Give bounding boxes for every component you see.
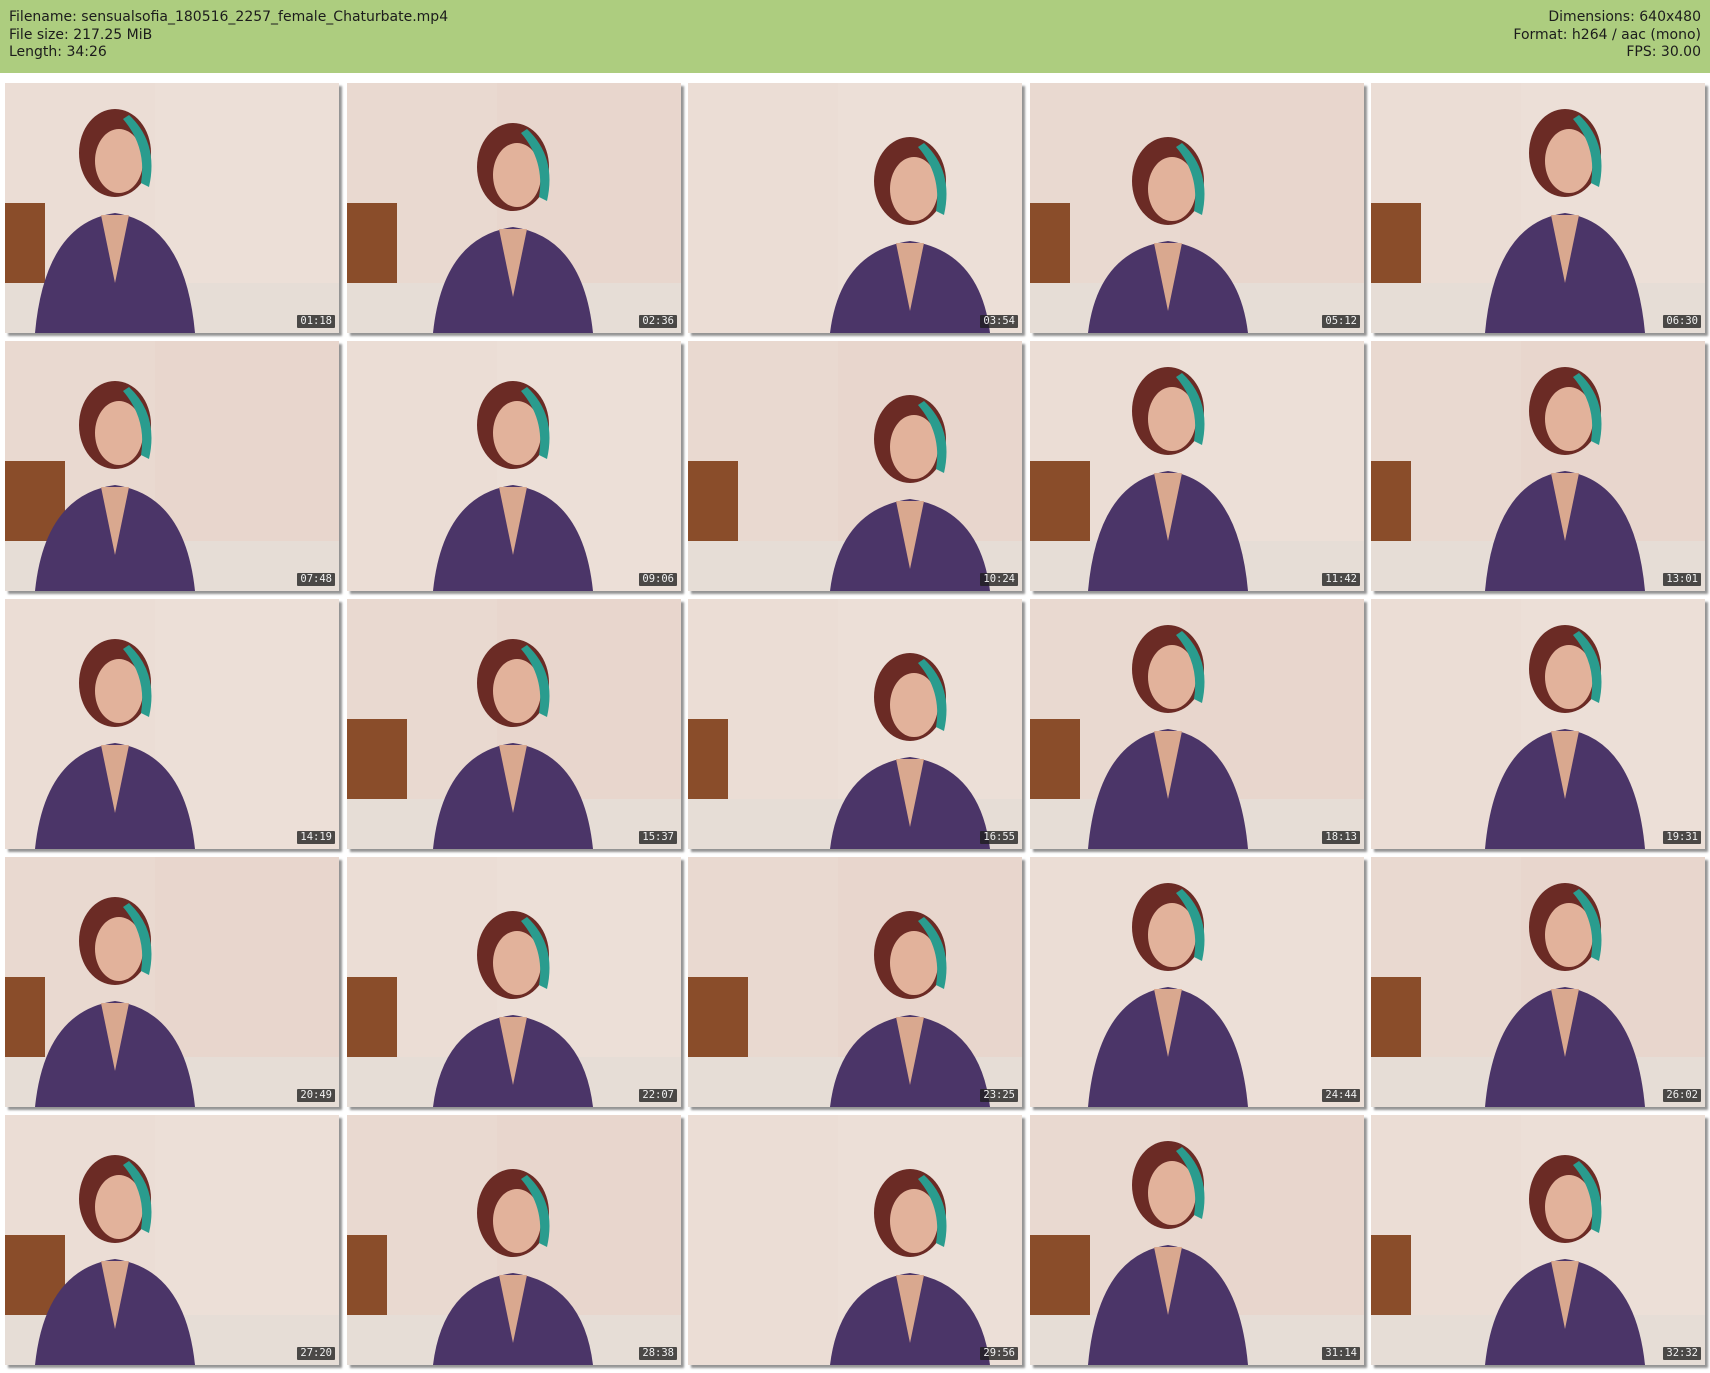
thumbnail-timestamp: 16:55 [980, 831, 1018, 844]
thumbnail-frame-image [688, 857, 1022, 1107]
fps-text: FPS: 30.00 [1626, 44, 1701, 60]
thumbnail-frame-image [688, 1115, 1022, 1365]
thumbnail-frame-image [347, 599, 681, 849]
video-thumbnail[interactable]: 26:02 [1371, 857, 1705, 1107]
thumbnail-timestamp: 28:38 [639, 1347, 677, 1360]
video-thumbnail[interactable]: 23:25 [688, 857, 1022, 1107]
thumbnail-timestamp: 26:02 [1663, 1089, 1701, 1102]
thumbnail-timestamp: 19:31 [1663, 831, 1701, 844]
thumbnail-timestamp: 09:06 [639, 573, 677, 586]
thumbnail-timestamp: 31:14 [1322, 1347, 1360, 1360]
thumbnail-timestamp: 22:07 [639, 1089, 677, 1102]
thumbnail-timestamp: 27:20 [297, 1347, 335, 1360]
file-size-text: File size: 217.25 MiB [9, 26, 153, 43]
video-thumbnail[interactable]: 29:56 [688, 1115, 1022, 1365]
thumbnail-grid: 01:18 02:36 03:54 05:12 06:30 07:48 09:06 10:24… [0, 73, 1710, 1373]
video-thumbnail[interactable]: 03:54 [688, 83, 1022, 333]
video-thumbnail[interactable]: 06:30 [1371, 83, 1705, 333]
video-thumbnail[interactable]: 31:14 [1030, 1115, 1364, 1365]
thumbnail-frame-image [1371, 341, 1705, 591]
video-thumbnail[interactable]: 16:55 [688, 599, 1022, 849]
thumbnail-frame-image [1371, 599, 1705, 849]
dimensions-text: Dimensions: 640x480 [1548, 9, 1701, 25]
thumbnail-timestamp: 07:48 [297, 573, 335, 586]
thumbnail-timestamp: 11:42 [1322, 573, 1360, 586]
filename-text: Filename: sensualsofia_180516_2257_femal… [9, 9, 449, 25]
thumbnail-frame-image [5, 83, 339, 333]
thumbnail-timestamp: 02:36 [639, 315, 677, 328]
thumbnail-timestamp: 03:54 [980, 315, 1018, 328]
thumbnail-frame-image [1030, 1115, 1364, 1365]
thumbnail-frame-image [5, 599, 339, 849]
video-thumbnail[interactable]: 10:24 [688, 341, 1022, 591]
video-thumbnail[interactable]: 13:01 [1371, 341, 1705, 591]
thumbnail-frame-image [5, 857, 339, 1107]
video-thumbnail[interactable]: 19:31 [1371, 599, 1705, 849]
video-thumbnail[interactable]: 02:36 [347, 83, 681, 333]
thumbnail-timestamp: 15:37 [639, 831, 677, 844]
thumbnail-frame-image [688, 83, 1022, 333]
video-thumbnail[interactable]: 24:44 [1030, 857, 1364, 1107]
video-thumbnail[interactable]: 32:32 [1371, 1115, 1705, 1365]
header-right-info: Dimensions: 640x480 Format: h264 / aac (… [1513, 9, 1701, 62]
info-header: Filename: sensualsofia_180516_2257_femal… [0, 0, 1710, 73]
thumbnail-timestamp: 14:19 [297, 831, 335, 844]
format-text: Format: h264 / aac (mono) [1513, 26, 1701, 43]
video-thumbnail[interactable]: 09:06 [347, 341, 681, 591]
thumbnail-frame-image [5, 1115, 339, 1365]
video-thumbnail[interactable]: 05:12 [1030, 83, 1364, 333]
video-thumbnail[interactable]: 14:19 [5, 599, 339, 849]
thumbnail-frame-image [1030, 857, 1364, 1107]
video-thumbnail[interactable]: 07:48 [5, 341, 339, 591]
thumbnail-frame-image [688, 341, 1022, 591]
thumbnail-timestamp: 32:32 [1663, 1347, 1701, 1360]
thumbnail-frame-image [347, 83, 681, 333]
thumbnail-frame-image [1371, 857, 1705, 1107]
thumbnail-frame-image [1030, 599, 1364, 849]
video-thumbnail[interactable]: 01:18 [5, 83, 339, 333]
thumbnail-frame-image [1030, 83, 1364, 333]
video-thumbnail[interactable]: 11:42 [1030, 341, 1364, 591]
thumbnail-timestamp: 18:13 [1322, 831, 1360, 844]
thumbnail-timestamp: 24:44 [1322, 1089, 1360, 1102]
video-thumbnail[interactable]: 28:38 [347, 1115, 681, 1365]
thumbnail-timestamp: 29:56 [980, 1347, 1018, 1360]
thumbnail-frame-image [1371, 83, 1705, 333]
video-thumbnail[interactable]: 15:37 [347, 599, 681, 849]
thumbnail-timestamp: 05:12 [1322, 315, 1360, 328]
thumbnail-timestamp: 23:25 [980, 1089, 1018, 1102]
thumbnail-frame-image [1030, 341, 1364, 591]
thumbnail-timestamp: 06:30 [1663, 315, 1701, 328]
thumbnail-frame-image [5, 341, 339, 591]
thumbnail-timestamp: 01:18 [297, 315, 335, 328]
thumbnail-timestamp: 20:49 [297, 1089, 335, 1102]
thumbnail-frame-image [688, 599, 1022, 849]
video-thumbnail[interactable]: 18:13 [1030, 599, 1364, 849]
thumbnail-frame-image [347, 1115, 681, 1365]
thumbnail-frame-image [347, 857, 681, 1107]
thumbnail-frame-image [347, 341, 681, 591]
thumbnail-frame-image [1371, 1115, 1705, 1365]
video-thumbnail[interactable]: 22:07 [347, 857, 681, 1107]
video-thumbnail[interactable]: 20:49 [5, 857, 339, 1107]
video-thumbnail[interactable]: 27:20 [5, 1115, 339, 1365]
thumbnail-timestamp: 13:01 [1663, 573, 1701, 586]
header-left-info: Filename: sensualsofia_180516_2257_femal… [9, 9, 448, 62]
thumbnail-timestamp: 10:24 [980, 573, 1018, 586]
length-text: Length: 34:26 [9, 44, 107, 60]
